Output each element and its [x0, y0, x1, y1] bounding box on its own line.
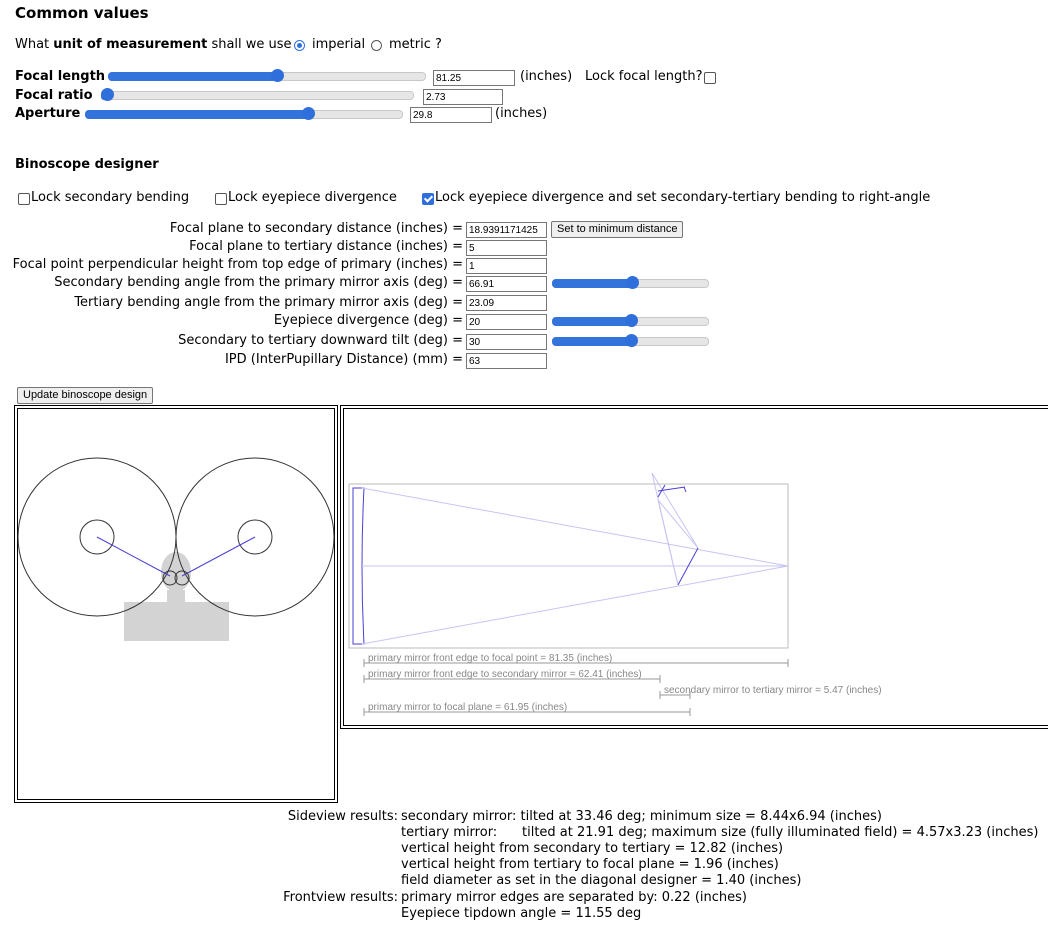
slider-thumb[interactable]: [624, 334, 638, 347]
field-label-secondary-distance: Focal plane to secondary distance (inche…: [169, 221, 463, 236]
common-values-heading: Common values: [15, 4, 149, 22]
lock-eyepiece-checkbox[interactable]: [215, 193, 227, 205]
result-edge-separation: primary mirror edges are separated by: 0…: [401, 890, 747, 905]
slider-thumb[interactable]: [626, 276, 640, 289]
sideview-canvas: primary mirror front edge to focal point…: [340, 405, 1048, 729]
result-secondary: secondary mirror: tilted at 33.46 deg; m…: [401, 809, 882, 824]
dim3-label: secondary mirror to tertiary mirror = 5.…: [664, 685, 882, 696]
aperture-unit: (inches): [495, 106, 548, 121]
lock-eyepiece-right-checkbox[interactable]: [422, 193, 434, 205]
eyepiece-divergence-input[interactable]: [466, 314, 547, 330]
result-height-sec-ter: vertical height from secondary to tertia…: [401, 841, 784, 856]
sideview-results-label: Sideview results:: [287, 809, 398, 824]
focal-length-slider[interactable]: [108, 69, 426, 82]
result-tertiary-label: tertiary mirror:: [401, 825, 498, 840]
frontview-results-label: Frontview results:: [283, 890, 398, 905]
ipd-input[interactable]: [466, 353, 547, 369]
lock-focal-checkbox[interactable]: [704, 72, 716, 84]
dim2-label: primary mirror front edge to secondary m…: [368, 669, 642, 680]
field-label-downward-tilt: Secondary to tertiary downward tilt (deg…: [178, 333, 463, 348]
lock-secondary-checkbox[interactable]: [18, 193, 30, 205]
slider-thumb[interactable]: [270, 69, 284, 82]
dim4-label: primary mirror to focal plane = 61.95 (i…: [368, 702, 567, 713]
aperture-label: Aperture: [15, 106, 81, 121]
focal-ratio-input[interactable]: [423, 89, 503, 105]
update-design-button[interactable]: Update binoscope design: [17, 387, 154, 404]
eyepiece-divergence-slider[interactable]: [552, 314, 709, 327]
aperture-slider[interactable]: [85, 107, 403, 120]
focal-length-label: Focal length: [15, 69, 106, 84]
focal-ratio-label: Focal ratio: [15, 88, 93, 103]
focal-length-unit: (inches): [520, 69, 573, 84]
secondary-angle-input[interactable]: [466, 276, 547, 292]
frontview-canvas: [14, 405, 338, 803]
field-label-ipd: IPD (InterPupillary Distance) (mm) =: [224, 352, 463, 367]
field-label-tertiary-distance: Focal plane to tertiary distance (inches…: [189, 239, 463, 254]
downward-tilt-input[interactable]: [466, 334, 547, 350]
unit-question-post: shall we use: [207, 37, 292, 52]
imperial-label: imperial: [312, 37, 366, 52]
result-height-ter-focal: vertical height from tertiary to focal p…: [401, 857, 779, 872]
shoulders-shape: [124, 602, 229, 641]
result-tertiary: tilted at 21.91 deg; maximum size (fully…: [522, 825, 1039, 840]
designer-heading: Binoscope designer: [15, 157, 159, 172]
field-label-tertiary-angle: Tertiary bending angle from the primary …: [74, 295, 463, 310]
focal-height-input[interactable]: [466, 258, 547, 274]
secondary-angle-slider[interactable]: [552, 276, 709, 289]
lock-secondary-label: Lock secondary bending: [31, 190, 190, 205]
sideview-frame: [340, 405, 1048, 729]
dim1-label: primary mirror front edge to focal point…: [368, 653, 612, 664]
field-label-eyepiece-divergence: Eyepiece divergence (deg) =: [273, 313, 463, 328]
focal-ratio-slider[interactable]: [101, 88, 414, 101]
downward-tilt-slider[interactable]: [552, 334, 709, 347]
slider-thumb[interactable]: [301, 107, 315, 120]
neck-shape: [167, 590, 185, 604]
lock-eyepiece-label: Lock eyepiece divergence: [228, 190, 397, 205]
tertiary-angle-input[interactable]: [466, 295, 547, 311]
slider-thumb[interactable]: [624, 314, 638, 327]
metric-radio[interactable]: [371, 40, 382, 51]
unit-question: What unit of measurement shall we use: [15, 37, 292, 52]
result-tipdown-angle: Eyepiece tipdown angle = 11.55 deg: [401, 906, 642, 921]
aperture-input[interactable]: [410, 107, 492, 123]
metric-label: metric ?: [389, 37, 442, 52]
secondary-distance-input[interactable]: [466, 222, 547, 238]
lock-eyepiece-right-label: Lock eyepiece divergence and set seconda…: [435, 190, 931, 205]
tertiary-distance-input[interactable]: [466, 240, 547, 256]
field-label-secondary-angle: Secondary bending angle from the primary…: [54, 275, 463, 290]
unit-question-bold: unit of measurement: [53, 37, 208, 52]
imperial-radio[interactable]: [294, 40, 305, 51]
set-minimum-distance-button[interactable]: Set to minimum distance: [551, 221, 684, 238]
field-label-focal-height: Focal point perpendicular height from to…: [12, 257, 463, 272]
unit-question-pre: What: [15, 37, 54, 52]
focal-length-input[interactable]: [433, 70, 515, 86]
result-field-diameter: field diameter as set in the diagonal de…: [401, 873, 802, 888]
lock-focal-label: Lock focal length?: [585, 69, 703, 84]
